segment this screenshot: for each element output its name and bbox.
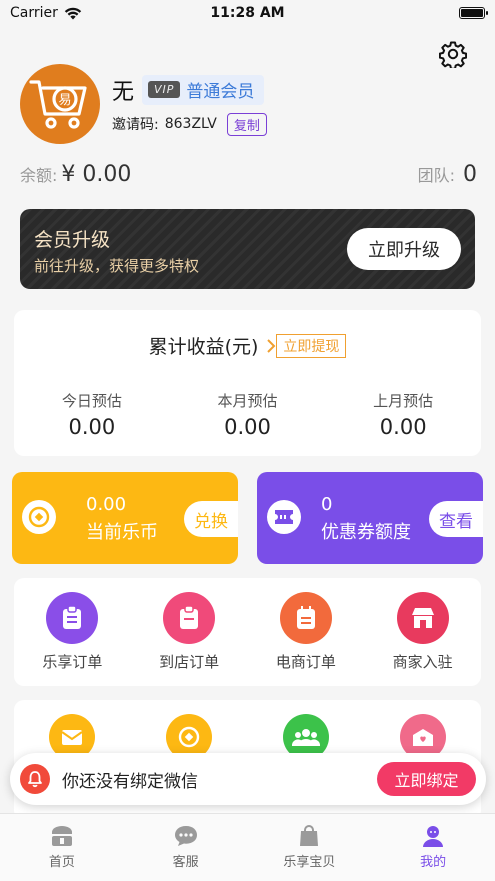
tab-mine[interactable]: 我的: [371, 814, 495, 881]
coin-card[interactable]: 0.00 当前乐币 兑换: [12, 472, 238, 564]
carrier-info: Carrier: [10, 5, 82, 21]
status-bar: Carrier 11:28 AM: [0, 0, 495, 26]
chat-bubble-icon: [174, 826, 197, 846]
chevron-right-icon: [267, 338, 276, 353]
battery-icon: [459, 7, 488, 19]
view-coupons-button[interactable]: 查看: [429, 501, 483, 537]
user-icon: [423, 826, 444, 847]
bind-wechat-button[interactable]: 立即绑定: [377, 762, 476, 796]
earnings-last-month-value: 0.00: [379, 415, 427, 439]
earnings-title: 累计收益(元): [148, 336, 259, 358]
upgrade-subtitle: 前往升级，获得更多特权: [34, 257, 200, 275]
calendar-icon: [279, 592, 332, 644]
earnings-last-month-label: 上月预估: [373, 392, 434, 410]
order-lexiang[interactable]: 乐享订单: [14, 578, 131, 686]
earnings-header: 累计收益(元) 立即提现: [14, 332, 481, 359]
balance-value: ¥ 0.00: [61, 162, 132, 187]
earnings-month-label: 本月预估: [217, 392, 278, 410]
order-ecommerce[interactable]: 电商订单: [248, 578, 365, 686]
tab-home[interactable]: 首页: [0, 814, 124, 881]
invite-label: 邀请码:: [112, 117, 159, 133]
team-label: 团队:: [417, 166, 455, 185]
coin-value: 0.00: [86, 494, 127, 515]
upgrade-title: 会员升级: [34, 229, 111, 251]
store-icon: [396, 592, 449, 644]
tab-treasures-label: 乐享宝贝: [283, 855, 336, 870]
profile-section: 易 无 VIP 普通会员 邀请码: 863ZLV 复制: [20, 64, 267, 144]
tab-home-label: 首页: [48, 855, 75, 870]
home-icon: [51, 826, 72, 846]
tab-service[interactable]: 客服: [124, 814, 248, 881]
wechat-notice-text: 你还没有绑定微信: [62, 771, 198, 792]
earnings-today: 今日预估 0.00: [14, 390, 170, 439]
invite-code: 863ZLV: [164, 116, 217, 132]
clipboard-icon: [163, 592, 216, 644]
coin-icon: [22, 500, 56, 534]
order-lexiang-label: 乐享订单: [42, 653, 103, 671]
ticket-icon: [267, 500, 301, 534]
coin-label: 当前乐币: [86, 522, 158, 543]
invite-row: 邀请码: 863ZLV 复制: [112, 112, 267, 136]
wechat-bind-notice: 你还没有绑定微信 立即绑定: [10, 753, 486, 805]
bottom-tab-bar: 首页 客服 乐享宝贝 我的: [0, 813, 495, 881]
merchant-join[interactable]: 商家入驻: [364, 578, 481, 686]
username: 无: [112, 79, 135, 105]
team-value: 0: [463, 162, 477, 187]
vip-level: 普通会员: [186, 82, 255, 102]
shopping-cart-logo-icon: 易: [29, 80, 87, 129]
earnings-today-value: 0.00: [68, 415, 116, 439]
order-in-store-label: 到店订单: [159, 653, 220, 671]
profile-info: 无 VIP 普通会员 邀请码: 863ZLV 复制: [112, 73, 267, 136]
vip-badge[interactable]: VIP 普通会员: [142, 74, 265, 105]
upgrade-button[interactable]: 立即升级: [347, 228, 461, 270]
gear-icon: [439, 41, 467, 68]
exchange-button[interactable]: 兑换: [184, 501, 238, 537]
tab-service-label: 客服: [172, 855, 199, 870]
carrier-label: Carrier: [10, 5, 58, 21]
orders-card: 乐享订单 到店订单 电商订单 商家入驻: [14, 578, 481, 686]
name-row: 无 VIP 普通会员: [112, 73, 267, 107]
coupon-label: 优惠券额度: [321, 522, 411, 543]
coupon-card[interactable]: 0 优惠券额度 查看: [257, 472, 483, 564]
settings-button[interactable]: [437, 38, 469, 70]
avatar[interactable]: 易: [20, 64, 100, 144]
earnings-last-month: 上月预估 0.00: [325, 390, 481, 439]
team-info[interactable]: 团队: 0: [418, 162, 477, 187]
bell-icon: [20, 764, 50, 794]
coin-symbol-icon: [28, 506, 50, 528]
copy-button[interactable]: 复制: [226, 112, 267, 136]
tab-mine-label: 我的: [420, 855, 447, 870]
order-ecommerce-label: 电商订单: [275, 653, 336, 671]
earnings-card: 累计收益(元) 立即提现 今日预估 0.00 本月预估 0.00 上月预估 0.…: [14, 310, 481, 456]
vip-tag: VIP: [148, 81, 181, 98]
earnings-month: 本月预估 0.00: [170, 390, 326, 439]
wifi-icon: [64, 7, 82, 19]
earnings-today-label: 今日预估: [61, 392, 122, 410]
earnings-columns: 今日预估 0.00 本月预估 0.00 上月预估 0.00: [14, 390, 481, 439]
withdraw-link[interactable]: 立即提现: [266, 333, 347, 358]
balance-row: 余额: ¥ 0.00 团队: 0: [20, 162, 477, 187]
shopping-bag-icon: [300, 825, 319, 846]
clipboard-icon: [46, 592, 99, 644]
order-in-store[interactable]: 到店订单: [131, 578, 248, 686]
earnings-month-value: 0.00: [224, 415, 271, 439]
coupon-value: 0: [321, 494, 333, 515]
ticket-symbol-icon: [275, 510, 293, 524]
member-upgrade-card[interactable]: 会员升级 前往升级，获得更多特权 立即升级: [20, 209, 475, 289]
tab-treasures[interactable]: 乐享宝贝: [248, 814, 372, 881]
balance-label: 余额:: [20, 166, 58, 185]
withdraw-button[interactable]: 立即提现: [276, 333, 347, 358]
merchant-join-label: 商家入驻: [392, 653, 453, 671]
svg-text:易: 易: [58, 93, 71, 108]
